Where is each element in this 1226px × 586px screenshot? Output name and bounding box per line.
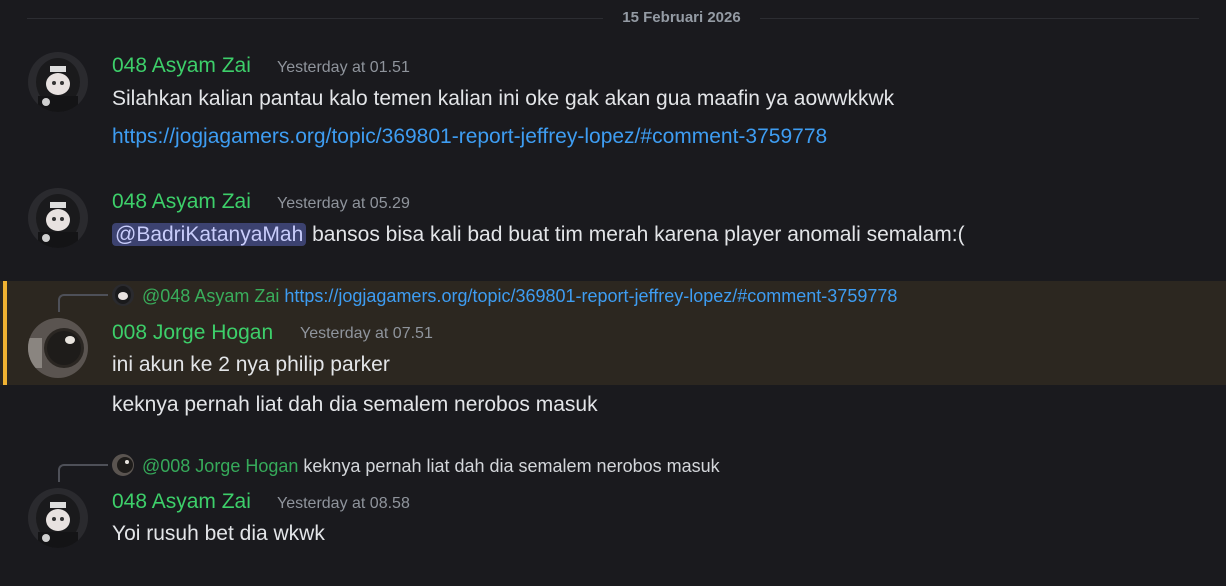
username[interactable]: 008 Jorge Hogan: [112, 321, 273, 345]
anime-avatar-icon: [28, 488, 88, 548]
avatar[interactable]: [28, 52, 88, 112]
timestamp[interactable]: Yesterday at 08.58: [277, 494, 410, 514]
reply-spine: [58, 294, 108, 312]
divider-line-right: [760, 18, 1199, 19]
message-text: @BadriKatanyaMah bansos bisa kali bad bu…: [112, 222, 965, 248]
reply-preview[interactable]: @008 Jorge Hogan keknya pernah liat dah …: [142, 455, 720, 477]
reply-preview[interactable]: @048 Asyam Zai https://jogjagamers.org/t…: [142, 285, 897, 307]
avatar[interactable]: [28, 488, 88, 548]
reply-avatar[interactable]: [112, 284, 134, 306]
username[interactable]: 048 Asyam Zai: [112, 190, 251, 214]
message-text: keknya pernah liat dah dia semalem nerob…: [112, 393, 598, 416]
message-text: ini akun ke 2 nya philip parker: [112, 353, 390, 376]
date-divider: 15 Februari 2026: [0, 9, 1226, 26]
user-mention[interactable]: @BadriKatanyaMah: [112, 223, 307, 246]
message-text: Silahkan kalian pantau kalo temen kalian…: [112, 87, 895, 110]
avatar[interactable]: [28, 188, 88, 248]
anime-avatar-icon: [28, 52, 88, 112]
reply-avatar[interactable]: [112, 454, 134, 476]
reply-username[interactable]: @048 Asyam Zai: [142, 286, 279, 306]
reply-spine: [58, 464, 108, 482]
anime-avatar-icon: [28, 188, 88, 248]
avatar[interactable]: [28, 318, 88, 378]
username[interactable]: 048 Asyam Zai: [112, 54, 251, 78]
photo-avatar-icon: [28, 318, 88, 378]
date-divider-label: 15 Februari 2026: [622, 9, 741, 26]
anime-avatar-icon: [112, 284, 134, 306]
message-text-body: bansos bisa kali bad buat tim merah kare…: [306, 223, 965, 246]
reply-text[interactable]: https://jogjagamers.org/topic/369801-rep…: [284, 286, 897, 306]
timestamp[interactable]: Yesterday at 05.29: [277, 194, 410, 214]
message-link[interactable]: https://jogjagamers.org/topic/369801-rep…: [112, 124, 827, 150]
reply-text[interactable]: keknya pernah liat dah dia semalem nerob…: [303, 456, 719, 476]
timestamp[interactable]: Yesterday at 07.51: [300, 324, 433, 344]
reply-username[interactable]: @008 Jorge Hogan: [142, 456, 298, 476]
photo-avatar-icon: [112, 454, 134, 476]
highlight-bar: [3, 281, 7, 385]
message-text: Yoi rusuh bet dia wkwk: [112, 522, 325, 545]
username[interactable]: 048 Asyam Zai: [112, 490, 251, 514]
divider-line-left: [27, 18, 603, 19]
timestamp[interactable]: Yesterday at 01.51: [277, 58, 410, 78]
